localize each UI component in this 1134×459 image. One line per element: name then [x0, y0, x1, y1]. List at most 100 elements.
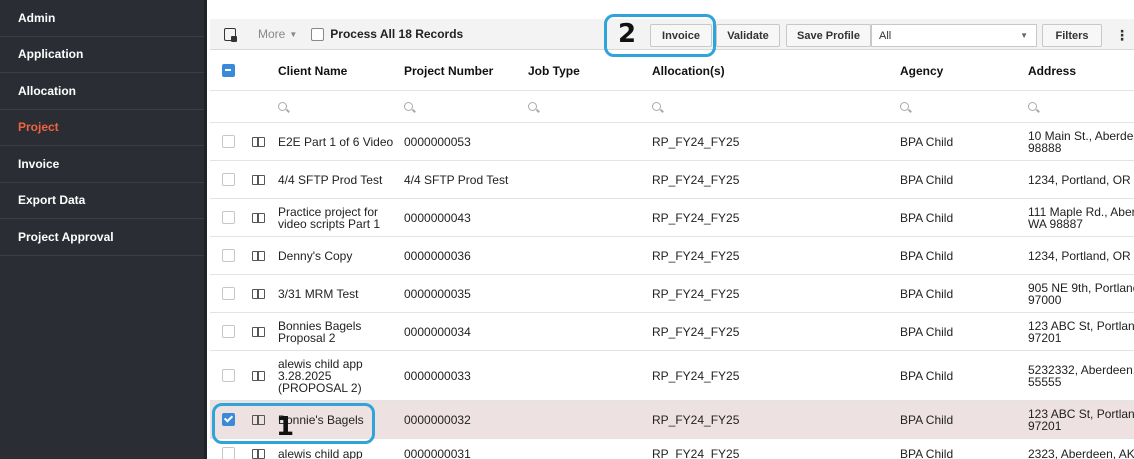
table-row[interactable]: Practice project for video scripts Part … — [210, 199, 1134, 237]
cell-allocation: RP_FY24_FY25 — [652, 286, 740, 301]
filter-allocation[interactable] — [652, 91, 892, 122]
sidebar-item-project-approval[interactable]: Project Approval — [0, 219, 204, 256]
cell-job-type — [528, 351, 638, 400]
table-row[interactable]: alewis child app 3.28.2025 (PROPOSAL 2) 0… — [210, 351, 1134, 401]
book-icon[interactable] — [252, 275, 265, 312]
cell-client-name: Practice project for video scripts Part … — [278, 204, 381, 231]
cell-job-type — [528, 313, 638, 350]
cell-address: 123 ABC St, Portland, 97201 — [1028, 318, 1134, 345]
cell-job-type — [528, 401, 638, 438]
cell-project-number: 0000000034 — [404, 324, 471, 339]
search-icon — [404, 102, 413, 111]
cell-address: 1234, Portland, OR 12 — [1028, 248, 1131, 263]
row-checkbox[interactable] — [222, 123, 235, 160]
table-row[interactable]: 3/31 MRM Test 0000000035 RP_FY24_FY25 BPA C… — [210, 275, 1134, 313]
kebab-menu-icon[interactable]: ⋮ — [1115, 27, 1129, 44]
table-row[interactable]: Bonnies Bagels Proposal 2 0000000034 RP_FY… — [210, 313, 1134, 351]
row-checkbox[interactable] — [222, 199, 235, 236]
cell-address: 905 NE 9th, Portland 97000 — [1028, 280, 1134, 307]
cell-address: 111 Maple Rd., Aberd WA 98887 — [1028, 204, 1134, 231]
cell-allocation: RP_FY24_FY25 — [652, 172, 740, 187]
book-icon[interactable] — [252, 199, 265, 236]
sidebar-item-label: Invoice — [18, 156, 60, 171]
cell-job-type — [528, 439, 638, 459]
more-label: More — [258, 27, 286, 41]
row-checkbox[interactable] — [222, 161, 235, 198]
sidebar-item-invoice[interactable]: Invoice — [0, 146, 204, 183]
sidebar-item-label: Export Data — [18, 193, 86, 208]
column-header[interactable]: Job Type — [528, 51, 638, 90]
filter-client-name[interactable] — [278, 91, 403, 122]
table-header-row: Client Name Project Number Job Type Allo… — [210, 51, 1134, 91]
cell-address: 2323, Aberdeen, AK — [1028, 446, 1134, 459]
sidebar-item-project[interactable]: Project — [0, 110, 204, 146]
table-row[interactable]: 4/4 SFTP Prod Test 4/4 SFTP Prod Test RP_F… — [210, 161, 1134, 199]
cell-project-number: 0000000043 — [404, 210, 471, 225]
search-icon — [278, 102, 287, 111]
cell-job-type — [528, 199, 638, 236]
row-checkbox[interactable] — [222, 237, 235, 274]
process-all-label: Process All 18 Records — [330, 27, 464, 41]
chevron-down-icon: ▼ — [1020, 31, 1028, 40]
cell-job-type — [528, 123, 638, 160]
cell-project-number: 0000000036 — [404, 248, 471, 263]
column-header[interactable]: Allocation(s) — [652, 51, 892, 90]
book-icon[interactable] — [252, 161, 265, 198]
cell-allocation: RP_FY24_FY25 — [652, 412, 740, 427]
caret-down-icon: ▼ — [289, 29, 298, 39]
column-header[interactable]: Agency — [900, 51, 1025, 90]
cell-project-number: 4/4 SFTP Prod Test — [404, 172, 509, 187]
filter-project-number[interactable] — [404, 91, 524, 122]
filter-select[interactable]: All ▼ — [871, 24, 1037, 47]
search-icon — [900, 102, 909, 111]
sidebar-item-application[interactable]: Application — [0, 37, 204, 73]
more-menu[interactable]: More ▼ — [258, 27, 297, 41]
cell-client-name: 4/4 SFTP Prod Test — [278, 172, 383, 187]
row-checkbox[interactable] — [222, 275, 235, 312]
column-header[interactable]: Client Name — [278, 51, 403, 90]
sidebar-item-label: Project — [18, 120, 59, 135]
cell-address: 10 Main St., Aberdeen 98888 — [1028, 128, 1134, 155]
sidebar-item-export-data[interactable]: Export Data — [0, 183, 204, 219]
filter-agency[interactable] — [900, 91, 1025, 122]
book-icon[interactable] — [252, 237, 265, 274]
export-icon[interactable] — [224, 27, 237, 42]
column-header[interactable]: Address — [1028, 51, 1134, 90]
filter-job-type[interactable] — [528, 91, 638, 122]
cell-agency: BPA Child — [900, 412, 954, 427]
filters-button[interactable]: Filters — [1042, 24, 1102, 47]
search-icon — [652, 102, 661, 111]
callout-number-1: 1 — [276, 412, 295, 442]
book-icon[interactable] — [252, 123, 265, 160]
cell-agency: BPA Child — [900, 324, 954, 339]
column-header[interactable]: Project Number — [404, 51, 524, 90]
book-icon[interactable] — [252, 351, 265, 400]
cell-address: 123 ABC St, Portland, 97201 — [1028, 406, 1134, 433]
row-checkbox[interactable] — [222, 313, 235, 350]
save-profile-button[interactable]: Save Profile — [786, 24, 871, 47]
cell-client-name: Denny's Copy — [278, 248, 353, 263]
filter-select-value: All — [879, 29, 892, 42]
callout-number-2: 2 — [618, 19, 637, 49]
filter-address[interactable] — [1028, 91, 1134, 122]
sidebar-item-allocation[interactable]: Allocation — [0, 73, 204, 110]
sidebar-item-label: Project Approval — [18, 229, 114, 244]
table-row[interactable]: E2E Part 1 of 6 Video 0000000053 RP_FY24_F… — [210, 123, 1134, 161]
cell-project-number: 0000000053 — [404, 134, 471, 149]
cell-allocation: RP_FY24_FY25 — [652, 248, 740, 263]
save-profile-button-label: Save Profile — [797, 29, 860, 42]
cell-address: 1234, Portland, OR 97 — [1028, 172, 1131, 187]
validate-button[interactable]: Validate — [716, 24, 780, 47]
select-all-checkbox[interactable] — [222, 51, 235, 90]
sidebar-item-admin[interactable]: Admin — [0, 0, 204, 37]
filters-button-label: Filters — [1055, 29, 1089, 42]
row-checkbox[interactable] — [222, 351, 235, 400]
main-content: More ▼ Process All 18 Records Invoice Va… — [210, 0, 1134, 459]
cell-job-type — [528, 275, 638, 312]
table-row[interactable]: Denny's Copy 0000000036 RP_FY24_FY25 BPA Ch… — [210, 237, 1134, 275]
process-all-checkbox[interactable] — [311, 27, 325, 41]
book-icon[interactable] — [252, 313, 265, 350]
cell-project-number: 0000000032 — [404, 412, 471, 427]
cell-project-number: 0000000031 — [404, 446, 471, 459]
cell-allocation: RP_FY24_FY25 — [652, 210, 740, 225]
